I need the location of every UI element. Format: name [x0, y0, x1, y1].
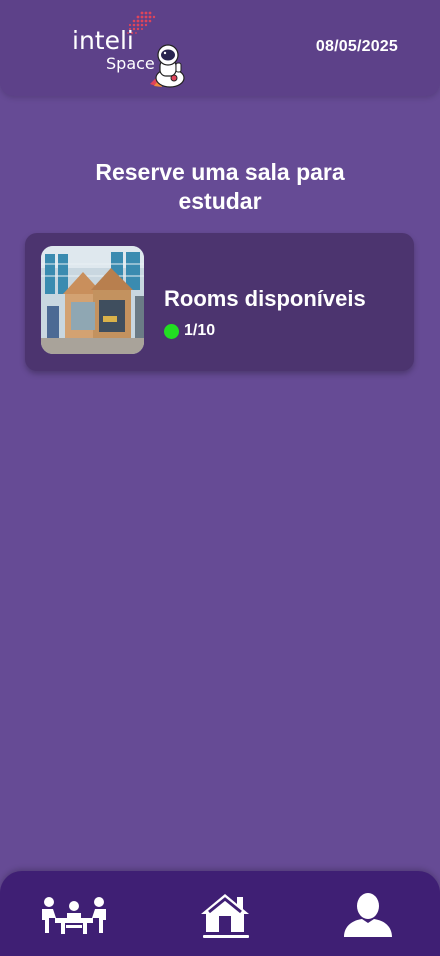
astronaut-rocket-icon: [150, 44, 185, 88]
page-title: Reserve uma sala para estudar: [95, 159, 345, 214]
meeting-table-icon: [42, 897, 106, 934]
availability-count: 1/10: [184, 322, 216, 339]
rooms-available-card[interactable]: Rooms disponíveis 1/10: [25, 233, 414, 371]
user-profile-icon: [344, 893, 392, 937]
availability-dot-icon: [164, 323, 179, 339]
nav-profile-button[interactable]: [314, 871, 424, 956]
inteli-space-logo[interactable]: inteli Space: [70, 10, 192, 90]
logo-text-inteli: inteli: [72, 26, 134, 55]
bottom-navigation: [0, 871, 440, 956]
rooms-available-label: Rooms disponíveis: [164, 286, 366, 311]
nav-home-button[interactable]: [170, 871, 280, 956]
room-photo-illustration: [41, 246, 144, 354]
current-date: 08/05/2025: [315, 38, 398, 55]
app-header: inteli Space 08/05/2025: [0, 0, 440, 96]
home-icon: [201, 894, 249, 932]
room-photo: [41, 246, 144, 354]
nav-active-indicator: [203, 935, 249, 938]
nav-rooms-button[interactable]: [20, 871, 130, 956]
availability-status: 1/10: [164, 322, 215, 340]
